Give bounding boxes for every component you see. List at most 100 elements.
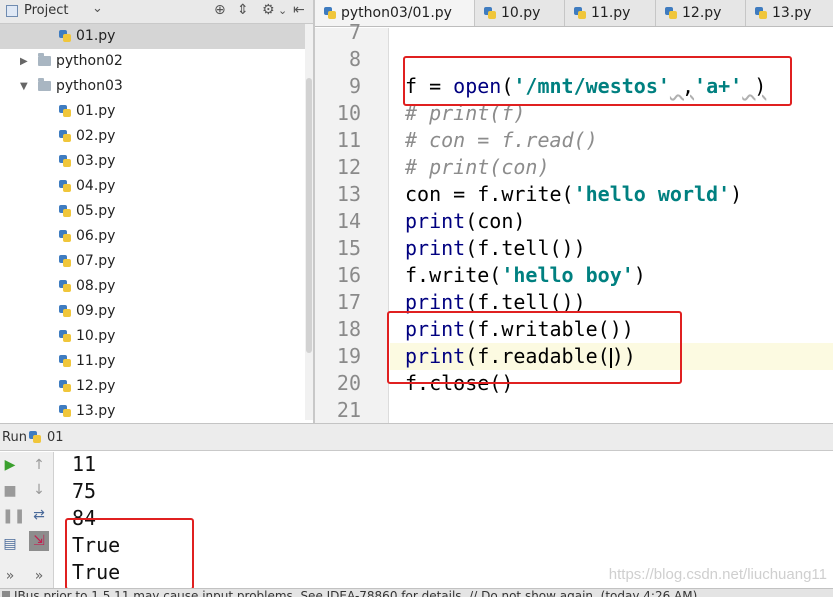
arrow-up-icon[interactable]: ↑ bbox=[31, 457, 47, 473]
run-tab-label[interactable]: Run bbox=[2, 430, 27, 445]
line-number: 9 bbox=[348, 74, 361, 98]
tree-item-label: 03.py bbox=[76, 153, 116, 169]
tree-file-03[interactable]: 03.py bbox=[0, 149, 305, 174]
line-number: 12 bbox=[336, 155, 361, 179]
tree-file-11[interactable]: 11.py bbox=[0, 349, 305, 374]
chevron-down-icon[interactable]: ▼ bbox=[20, 74, 28, 99]
tree-folder-python02[interactable]: ▶ python02 bbox=[0, 49, 305, 74]
chevron-down-icon[interactable]: ⌄ bbox=[92, 1, 103, 16]
tree-scrollbar-thumb[interactable] bbox=[306, 78, 312, 353]
run-toolbar: ▶ ■ ❚❚ ▤ » ↑ ↓ ⇄ ⇲ » bbox=[0, 452, 54, 588]
python-file-icon bbox=[323, 6, 337, 20]
code-line-16[interactable]: f.write('hello boy') bbox=[405, 262, 646, 289]
tab-13[interactable]: 13.py bbox=[746, 0, 833, 26]
sync-target-icon[interactable]: ⊕ bbox=[214, 2, 226, 18]
code-line-11[interactable]: # con = f.read() bbox=[405, 127, 598, 154]
line-number: 20 bbox=[336, 371, 361, 395]
layout-icon[interactable]: ▤ bbox=[2, 536, 18, 552]
line-number: 15 bbox=[336, 236, 361, 260]
console-line: 11 bbox=[72, 452, 97, 476]
more-icon[interactable]: » bbox=[31, 568, 47, 584]
python-file-icon bbox=[28, 430, 42, 444]
tree-file-06[interactable]: 06.py bbox=[0, 224, 305, 249]
collapse-all-icon[interactable]: ⇕ bbox=[237, 2, 249, 18]
tree-file-08[interactable]: 08.py bbox=[0, 274, 305, 299]
watermark: https://blog.csdn.net/liuchuang11 bbox=[608, 566, 827, 583]
line-number-current: 19 bbox=[336, 344, 361, 368]
tree-item-label: 09.py bbox=[76, 303, 116, 319]
python-file-icon bbox=[58, 329, 72, 343]
line-number: 21 bbox=[336, 398, 361, 422]
tree-item-label: 02.py bbox=[76, 128, 116, 144]
python-file-icon bbox=[58, 229, 72, 243]
soft-wrap-icon[interactable]: ⇄ bbox=[31, 507, 47, 523]
stop-icon[interactable]: ■ bbox=[2, 483, 18, 499]
project-icon bbox=[6, 5, 18, 17]
tree-item-label: 08.py bbox=[76, 278, 116, 294]
tree-item-label: 10.py bbox=[76, 328, 116, 344]
annotation-box-true-output bbox=[65, 518, 194, 590]
more-icon[interactable]: » bbox=[2, 568, 18, 584]
line-number: 7 bbox=[348, 20, 361, 44]
code-line-13[interactable]: con = f.write('hello world') bbox=[405, 181, 742, 208]
tree-file-12[interactable]: 12.py bbox=[0, 374, 305, 399]
tree-item-label: 13.py bbox=[76, 403, 116, 419]
code-line-14[interactable]: print(con) bbox=[405, 208, 525, 235]
scroll-to-end-icon[interactable]: ⇲ bbox=[29, 531, 49, 551]
warning-icon bbox=[2, 591, 10, 597]
tree-file-02[interactable]: 02.py bbox=[0, 124, 305, 149]
line-number: 16 bbox=[336, 263, 361, 287]
python-file-icon bbox=[58, 254, 72, 268]
project-panel-title[interactable]: Project bbox=[24, 3, 68, 18]
status-bar: IBus prior to 1.5.11 may cause input pro… bbox=[0, 588, 833, 597]
python-file-icon bbox=[58, 154, 72, 168]
tree-item-label: 05.py bbox=[76, 203, 116, 219]
play-icon[interactable]: ▶ bbox=[2, 457, 18, 473]
code-line-15[interactable]: print(f.tell()) bbox=[405, 235, 586, 262]
tree-scrollbar[interactable] bbox=[305, 24, 313, 420]
status-message[interactable]: IBus prior to 1.5.11 may cause input pro… bbox=[14, 589, 697, 597]
tab-10[interactable]: 10.py bbox=[475, 0, 565, 26]
tree-item-label: 04.py bbox=[76, 178, 116, 194]
tree-item-label: python02 bbox=[56, 53, 123, 69]
tree-file-01[interactable]: 01.py bbox=[0, 99, 305, 124]
annotation-box-writable-readable bbox=[387, 311, 682, 384]
tree-item-label: python03 bbox=[56, 78, 123, 94]
tree-item-label: 07.py bbox=[76, 253, 116, 269]
annotation-box-open bbox=[403, 56, 792, 106]
editor-tabs: python03/01.py 10.py 11.py 12.py 13.py bbox=[315, 0, 833, 27]
run-config-name[interactable]: 01 bbox=[47, 430, 64, 445]
tree-file-04[interactable]: 04.py bbox=[0, 174, 305, 199]
folder-icon bbox=[38, 78, 51, 91]
tree-file-01-top[interactable]: 01.py bbox=[0, 24, 305, 49]
tree-file-07[interactable]: 07.py bbox=[0, 249, 305, 274]
chevron-right-icon[interactable]: ▶ bbox=[20, 49, 28, 74]
tab-label: 12.py bbox=[682, 5, 722, 21]
tab-11[interactable]: 11.py bbox=[565, 0, 656, 26]
tree-file-09[interactable]: 09.py bbox=[0, 299, 305, 324]
python-file-icon bbox=[58, 379, 72, 393]
arrow-down-icon[interactable]: ↓ bbox=[31, 482, 47, 498]
line-number: 18 bbox=[336, 317, 361, 341]
tree-file-05[interactable]: 05.py bbox=[0, 199, 305, 224]
gear-chevron-icon[interactable]: ⌄ bbox=[278, 4, 287, 17]
line-number: 11 bbox=[336, 128, 361, 152]
pause-icon[interactable]: ❚❚ bbox=[2, 508, 25, 524]
tree-file-13[interactable]: 13.py bbox=[0, 399, 305, 420]
tree-file-10[interactable]: 10.py bbox=[0, 324, 305, 349]
python-file-icon bbox=[573, 6, 587, 20]
hide-panel-icon[interactable]: ⇤ bbox=[293, 2, 305, 18]
code-line-12[interactable]: # print(con) bbox=[405, 154, 550, 181]
tab-label: 11.py bbox=[591, 5, 631, 21]
line-number-gutter[interactable]: 7 8 9 10 11 12 13 14 15 16 17 18 19 20 2… bbox=[315, 20, 401, 423]
tree-folder-python03[interactable]: ▼ python03 bbox=[0, 74, 305, 99]
tab-12[interactable]: 12.py bbox=[656, 0, 746, 26]
python-file-icon bbox=[58, 204, 72, 218]
run-panel-header: Run 01 bbox=[0, 423, 833, 451]
project-tree[interactable]: 01.py ▶ python02 ▼ python03 01.py 02.py … bbox=[0, 24, 305, 420]
python-file-icon bbox=[58, 179, 72, 193]
folder-icon bbox=[38, 53, 51, 66]
line-number: 14 bbox=[336, 209, 361, 233]
gear-icon[interactable]: ⚙ bbox=[262, 2, 275, 18]
python-file-icon bbox=[664, 6, 678, 20]
